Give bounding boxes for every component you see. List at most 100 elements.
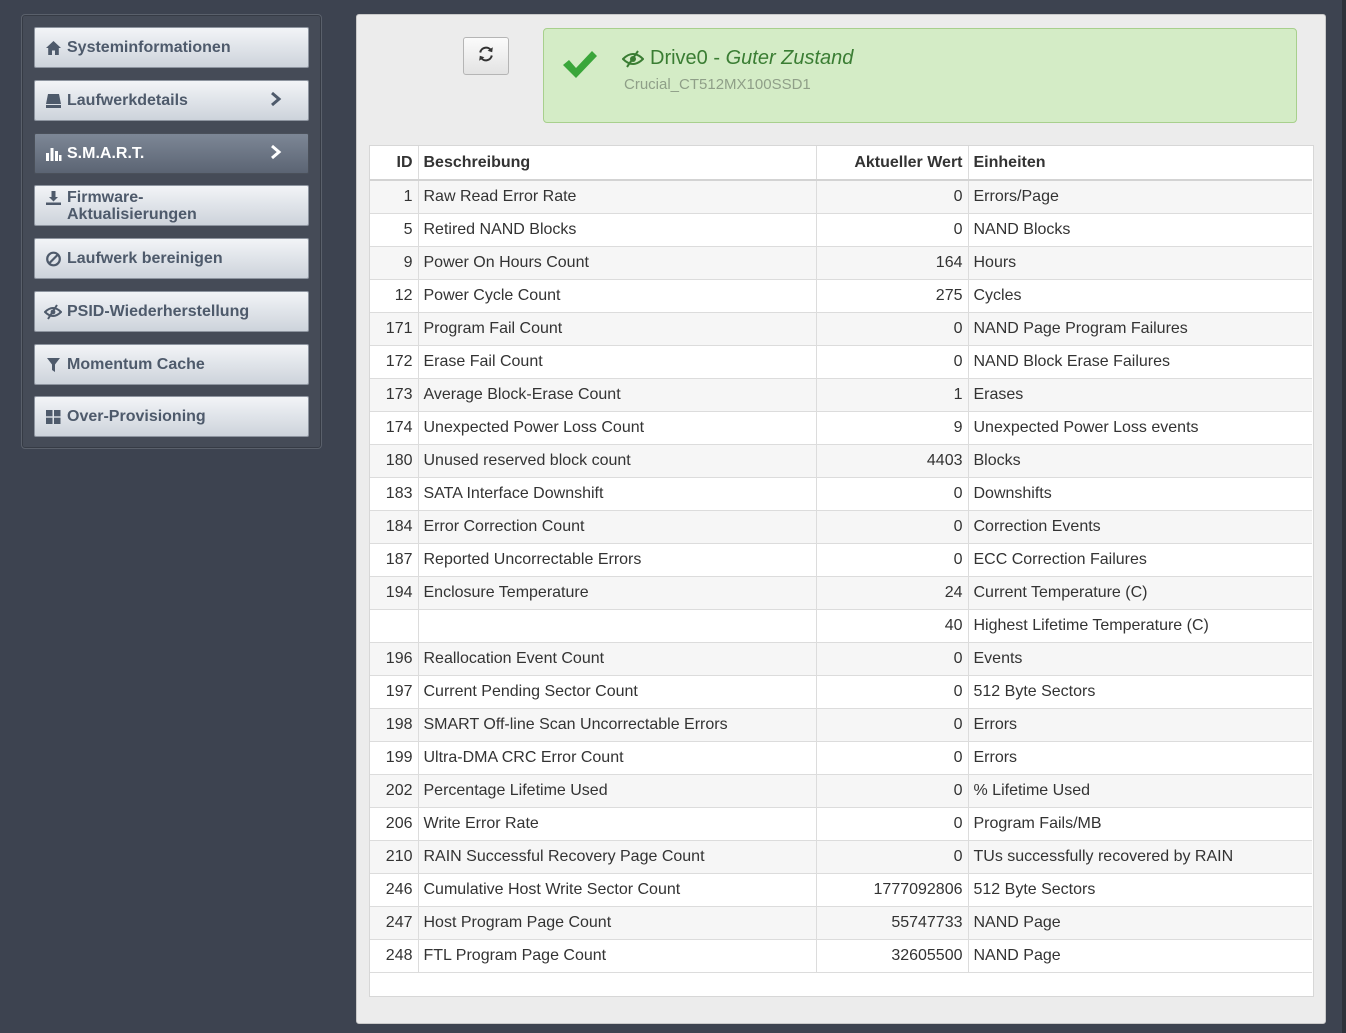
cell-value: 4403 bbox=[816, 444, 969, 478]
grid-icon bbox=[44, 408, 62, 426]
home-icon bbox=[44, 39, 62, 57]
sidebar-item-systeminformationen[interactable]: Systeminformationen bbox=[34, 27, 309, 68]
cell-id: 206 bbox=[370, 807, 419, 841]
cell-units: Program Fails/MB bbox=[968, 807, 1312, 841]
sidebar-item-laufwerk-bereinigen[interactable]: Laufwerk bereinigen bbox=[34, 238, 309, 279]
cell-id: 202 bbox=[370, 774, 419, 808]
cell-units: Errors bbox=[968, 741, 1312, 775]
checkmark-icon bbox=[560, 47, 600, 88]
table-row: 1 Raw Read Error Rate 0 Errors/Page bbox=[370, 180, 1312, 214]
sidebar-item-smart[interactable]: S.M.A.R.T. bbox=[34, 133, 309, 174]
cell-id: 199 bbox=[370, 741, 419, 775]
sidebar-item-label: Systeminformationen bbox=[67, 39, 231, 56]
column-header-value: Aktueller Wert bbox=[816, 146, 969, 181]
smart-table-body: 1 Raw Read Error Rate 0 Errors/Page 5 Retired… bbox=[370, 180, 1312, 973]
sidebar-item-firmware[interactable]: Firmware- Aktualisierungen bbox=[34, 185, 309, 226]
cell-description: Write Error Rate bbox=[418, 807, 817, 841]
cell-id: 187 bbox=[370, 543, 419, 577]
cell-description: Percentage Lifetime Used bbox=[418, 774, 817, 808]
eye-slash-icon bbox=[44, 303, 62, 321]
cell-units: Hours bbox=[968, 246, 1312, 280]
cell-value: 24 bbox=[816, 576, 969, 610]
cell-units: 512 Byte Sectors bbox=[968, 675, 1312, 709]
sidebar-item-laufwerkdetails[interactable]: Laufwerkdetails bbox=[34, 80, 309, 121]
cell-units: Correction Events bbox=[968, 510, 1312, 544]
cell-value: 9 bbox=[816, 411, 969, 445]
cell-value: 164 bbox=[816, 246, 969, 280]
cell-units: Current Temperature (C) bbox=[968, 576, 1312, 610]
column-header-units: Einheiten bbox=[968, 146, 1312, 181]
cell-id: 9 bbox=[370, 246, 419, 280]
cell-units: 512 Byte Sectors bbox=[968, 873, 1312, 907]
cell-units: Errors/Page bbox=[968, 180, 1312, 214]
drive-icon bbox=[44, 92, 62, 110]
sidebar-item-over-provisioning[interactable]: Over-Provisioning bbox=[34, 396, 309, 437]
cell-value: 0 bbox=[816, 675, 969, 709]
cell-units: Downshifts bbox=[968, 477, 1312, 511]
table-row: 184 Error Correction Count 0 Correction Eve… bbox=[370, 510, 1312, 544]
bar-chart-icon bbox=[44, 145, 62, 163]
cell-value: 0 bbox=[816, 213, 969, 247]
refresh-button[interactable] bbox=[463, 37, 509, 75]
cell-id: 210 bbox=[370, 840, 419, 874]
drive-model: Crucial_CT512MX100SSD1 bbox=[624, 76, 811, 93]
sidebar-item-label: Laufwerk bereinigen bbox=[67, 250, 223, 267]
sidebar-item-label: Firmware- Aktualisierungen bbox=[67, 189, 197, 223]
table-row: 40 Highest Lifetime Temperature (C) bbox=[370, 609, 1312, 643]
sidebar: Systeminformationen Laufwerkdetails S.M.… bbox=[21, 14, 322, 449]
cell-description bbox=[418, 609, 817, 643]
cell-description: Cumulative Host Write Sector Count bbox=[418, 873, 817, 907]
cell-description: Power On Hours Count bbox=[418, 246, 817, 280]
cell-value: 0 bbox=[816, 642, 969, 676]
sidebar-item-label: PSID-Wiederherstellung bbox=[67, 303, 250, 320]
filter-icon bbox=[44, 356, 62, 374]
cell-description: Raw Read Error Rate bbox=[418, 180, 817, 214]
status-separator: - bbox=[707, 47, 726, 69]
cell-value: 55747733 bbox=[816, 906, 969, 940]
table-row: 206 Write Error Rate 0 Program Fails/MB bbox=[370, 807, 1312, 841]
chevron-right-icon bbox=[270, 90, 282, 113]
table-row: 198 SMART Off-line Scan Uncorrectable Err… bbox=[370, 708, 1312, 742]
table-row: 171 Program Fail Count 0 NAND Page Program … bbox=[370, 312, 1312, 346]
cell-value: 0 bbox=[816, 180, 969, 214]
cell-id: 173 bbox=[370, 378, 419, 412]
cell-units: NAND Page Program Failures bbox=[968, 312, 1312, 346]
eye-slash-icon bbox=[622, 49, 644, 68]
table-row: 172 Erase Fail Count 0 NAND Block Erase Fai… bbox=[370, 345, 1312, 379]
table-row: 180 Unused reserved block count 4403 Blocks bbox=[370, 444, 1312, 478]
cell-id bbox=[370, 609, 419, 643]
sidebar-item-psid[interactable]: PSID-Wiederherstellung bbox=[34, 291, 309, 332]
cell-id: 171 bbox=[370, 312, 419, 346]
cell-id: 184 bbox=[370, 510, 419, 544]
table-row: 173 Average Block-Erase Count 1 Erases bbox=[370, 378, 1312, 412]
cell-description: Average Block-Erase Count bbox=[418, 378, 817, 412]
cell-value: 0 bbox=[816, 510, 969, 544]
cell-units: NAND Block Erase Failures bbox=[968, 345, 1312, 379]
cell-units: TUs successfully recovered by RAIN bbox=[968, 840, 1312, 874]
cell-description: Reported Uncorrectable Errors bbox=[418, 543, 817, 577]
cell-id: 12 bbox=[370, 279, 419, 313]
drive-status-line: Drive0 - Guter Zustand bbox=[622, 47, 853, 70]
cell-description: SMART Off-line Scan Uncorrectable Errors bbox=[418, 708, 817, 742]
cell-units: Blocks bbox=[968, 444, 1312, 478]
sidebar-item-momentum-cache[interactable]: Momentum Cache bbox=[34, 344, 309, 385]
cell-description: Error Correction Count bbox=[418, 510, 817, 544]
cell-id: 5 bbox=[370, 213, 419, 247]
window-frame-right bbox=[1342, 0, 1346, 1033]
cell-id: 248 bbox=[370, 939, 419, 973]
table-row: 196 Reallocation Event Count 0 Events bbox=[370, 642, 1312, 676]
sidebar-item-label: S.M.A.R.T. bbox=[67, 145, 145, 162]
table-row: 194 Enclosure Temperature 24 Current Temper… bbox=[370, 576, 1312, 610]
table-row: 248 FTL Program Page Count 32605500 NAND Pa… bbox=[370, 939, 1312, 973]
cell-description: Retired NAND Blocks bbox=[418, 213, 817, 247]
cell-description: Host Program Page Count bbox=[418, 906, 817, 940]
cell-units: Unexpected Power Loss events bbox=[968, 411, 1312, 445]
cell-id: 198 bbox=[370, 708, 419, 742]
cell-description: Unused reserved block count bbox=[418, 444, 817, 478]
cell-value: 1 bbox=[816, 378, 969, 412]
cell-description: Reallocation Event Count bbox=[418, 642, 817, 676]
download-icon bbox=[44, 189, 62, 207]
table-row: 183 SATA Interface Downshift 0 Downshifts bbox=[370, 477, 1312, 511]
chevron-right-icon bbox=[270, 143, 282, 166]
sidebar-item-label: Over-Provisioning bbox=[67, 408, 206, 425]
